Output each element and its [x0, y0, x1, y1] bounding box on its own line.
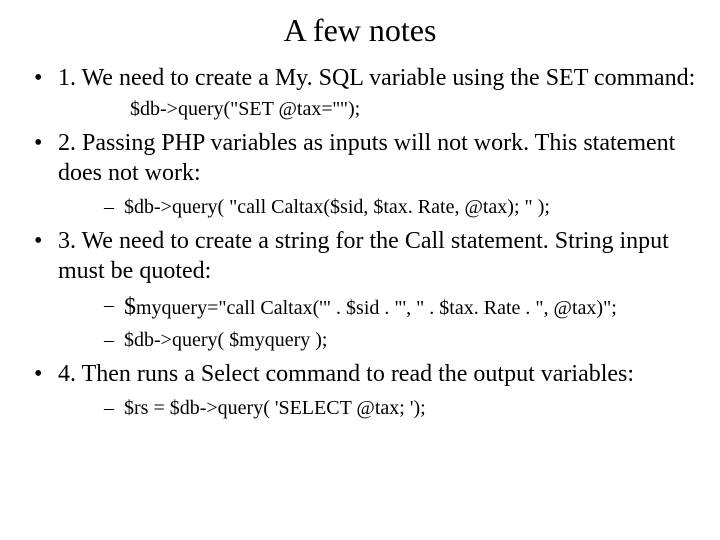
bullet-1-text: 1. We need to create a My. SQL variable …	[58, 65, 695, 91]
bullet-4-text: 4. Then runs a Select command to read th…	[58, 361, 634, 387]
bullet-3: 3. We need to create a string for the Ca…	[32, 226, 696, 353]
bullet-3-sublist: $myquery="call Caltax('" . $sid . "', " …	[58, 292, 696, 353]
bullet-2-text: 2. Passing PHP variables as inputs will …	[58, 130, 675, 186]
bullet-2-sub-1: $db->query( "call Caltax($sid, $tax. Rat…	[104, 194, 696, 220]
bullet-list: 1. We need to create a My. SQL variable …	[24, 63, 696, 421]
slide-title: A few notes	[24, 12, 696, 49]
bullet-3-sub-2: $db->query( $myquery );	[104, 327, 696, 353]
bullet-4-sublist: $rs = $db->query( 'SELECT @tax; ');	[58, 395, 696, 421]
bullet-3-sub-1: $myquery="call Caltax('" . $sid . "', " …	[104, 292, 696, 323]
bullet-1: 1. We need to create a My. SQL variable …	[32, 63, 696, 122]
bullet-2: 2. Passing PHP variables as inputs will …	[32, 128, 696, 220]
slide: A few notes 1. We need to create a My. S…	[0, 0, 720, 540]
bullet-3-text: 3. We need to create a string for the Ca…	[58, 228, 669, 284]
bullet-1-code: $db->query("SET @tax=''");	[58, 97, 696, 122]
bullet-4-sub-1: $rs = $db->query( 'SELECT @tax; ');	[104, 395, 696, 421]
bullet-2-sublist: $db->query( "call Caltax($sid, $tax. Rat…	[58, 194, 696, 220]
bullet-4: 4. Then runs a Select command to read th…	[32, 359, 696, 421]
